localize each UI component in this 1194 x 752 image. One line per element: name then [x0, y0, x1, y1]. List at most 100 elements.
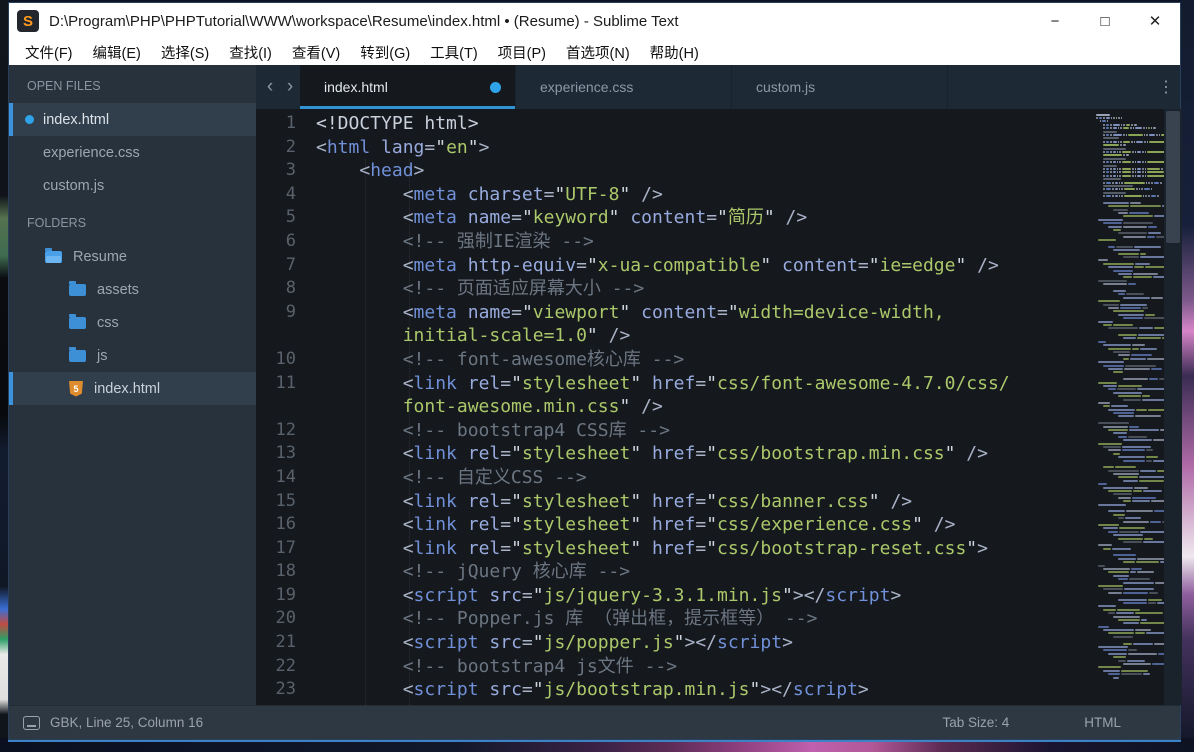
- code-line[interactable]: 13<link rel="stylesheet" href="css/boots…: [256, 442, 1094, 466]
- scrollbar-thumb[interactable]: [1166, 111, 1180, 243]
- tab-overflow-menu-icon[interactable]: ⋮: [1152, 65, 1180, 109]
- tree-item-index.html[interactable]: 5index.html: [9, 372, 256, 405]
- open-file-experience.css[interactable]: experience.css: [9, 136, 256, 169]
- code-line[interactable]: 16<link rel="stylesheet" href="css/exper…: [256, 513, 1094, 537]
- input-mode-icon[interactable]: [23, 716, 40, 730]
- menu-item-4[interactable]: 查看(V): [282, 40, 350, 65]
- code-line[interactable]: 18<!-- jQuery 核心库 -->: [256, 560, 1094, 584]
- code-text: initial-scale=1.0" />: [316, 324, 630, 348]
- line-number: 10: [256, 348, 300, 372]
- vertical-scrollbar[interactable]: [1164, 109, 1182, 705]
- minimap-bar: [1151, 297, 1163, 299]
- code-line[interactable]: 3<head>: [256, 159, 1094, 183]
- minimap-bar: [1112, 188, 1114, 190]
- code-line[interactable]: 7<meta http-equiv="x-ua-compatible" cont…: [256, 254, 1094, 278]
- sublime-text-window: S D:\Program\PHP\PHPTutorial\WWW\workspa…: [8, 2, 1181, 740]
- tree-item-Resume[interactable]: Resume: [9, 240, 256, 273]
- code-line[interactable]: 21<script src="js/popper.js"></script>: [256, 631, 1094, 655]
- minimap-bar: [1123, 222, 1153, 224]
- minimap-bar: [1123, 141, 1131, 143]
- minimap-bar: [1108, 348, 1131, 350]
- tree-item-assets[interactable]: assets: [9, 273, 256, 306]
- menu-item-9[interactable]: 帮助(H): [640, 40, 709, 65]
- code-line[interactable]: 17<link rel="stylesheet" href="css/boots…: [256, 537, 1094, 561]
- menu-item-3[interactable]: 查找(I): [219, 40, 282, 65]
- minimap-bar: [1124, 188, 1135, 190]
- open-file-index.html[interactable]: index.html: [9, 103, 256, 136]
- tab-experience.css[interactable]: experience.css: [516, 65, 732, 109]
- minimap-bar: [1121, 188, 1123, 190]
- menu-item-5[interactable]: 转到(G): [350, 40, 420, 65]
- code-line[interactable]: 1<!DOCTYPE html>: [256, 112, 1094, 136]
- code-line[interactable]: 11<link rel="stylesheet" href="css/font-…: [256, 372, 1094, 396]
- code-line[interactable]: 14<!-- 自定义CSS -->: [256, 466, 1094, 490]
- minimap-bar: [1123, 358, 1129, 360]
- code-line[interactable]: 5<meta name="keyword" content="简历" />: [256, 206, 1094, 230]
- line-number: 3: [256, 159, 300, 183]
- minimap-bar: [1132, 151, 1134, 153]
- encoding-cursor-position[interactable]: GBK, Line 25, Column 16: [50, 715, 203, 730]
- code-line[interactable]: 20<!-- Popper.js 库 （弹出框，提示框等） -->: [256, 607, 1094, 631]
- tab-custom.js[interactable]: custom.js: [732, 65, 948, 109]
- minimap-bar: [1123, 276, 1132, 278]
- minimap-bar: [1113, 412, 1134, 414]
- minimap-bar: [1121, 670, 1148, 672]
- code-line[interactable]: 12<!-- bootstrap4 CSS库 -->: [256, 419, 1094, 443]
- code-line[interactable]: 4<meta charset="UTF-8" />: [256, 183, 1094, 207]
- close-button[interactable]: ✕: [1130, 3, 1180, 39]
- code-line[interactable]: 22<!-- bootstrap4 js文件 -->: [256, 655, 1094, 679]
- minimap-bar: [1137, 161, 1141, 163]
- menu-item-2[interactable]: 选择(S): [151, 40, 219, 65]
- open-files-header: OPEN FILES: [9, 65, 256, 103]
- code-line[interactable]: 6<!-- 强制IE渲染 -->: [256, 230, 1094, 254]
- minimap-bar: [1118, 253, 1139, 255]
- tree-item-label: Resume: [73, 249, 127, 265]
- code-line[interactable]: 10<!-- font-awesome核心库 -->: [256, 348, 1094, 372]
- minimap-bar: [1145, 168, 1147, 170]
- code-line[interactable]: 19<script src="js/jquery-3.3.1.min.js"><…: [256, 584, 1094, 608]
- menu-item-7[interactable]: 项目(P): [488, 40, 556, 65]
- minimap-bar: [1108, 612, 1115, 614]
- maximize-button[interactable]: □: [1080, 3, 1130, 39]
- minimap-bar: [1118, 619, 1140, 621]
- tab-scroll-right-icon[interactable]: ›: [280, 65, 300, 109]
- menu-item-8[interactable]: 首选项(N): [556, 40, 640, 65]
- line-number: 16: [256, 513, 300, 537]
- code-line[interactable]: 9<meta name="viewport" content="width=de…: [256, 301, 1094, 325]
- code-line[interactable]: 2<html lang="en">: [256, 136, 1094, 160]
- minimize-button[interactable]: −: [1030, 3, 1080, 39]
- minimap-bar: [1148, 226, 1157, 228]
- minimap-bar: [1135, 612, 1163, 614]
- code-line[interactable]: font-awesome.min.css" />: [256, 395, 1094, 419]
- code-line[interactable]: initial-scale=1.0" />: [256, 324, 1094, 348]
- tree-item-css[interactable]: css: [9, 306, 256, 339]
- code-editor[interactable]: 1<!DOCTYPE html>2<html lang="en">3<head>…: [256, 109, 1094, 705]
- tab-index.html[interactable]: index.html: [300, 65, 516, 109]
- minimap-bar: [1142, 399, 1164, 401]
- minimap-bar: [1123, 317, 1143, 319]
- tree-item-js[interactable]: js: [9, 339, 256, 372]
- code-line[interactable]: 15<link rel="stylesheet" href="css/banne…: [256, 490, 1094, 514]
- open-file-custom.js[interactable]: custom.js: [9, 169, 256, 202]
- code-text: <!-- 页面适应屏幕大小 -->: [316, 277, 644, 301]
- code-line[interactable]: 23<script src="js/bootstrap.min.js"></sc…: [256, 678, 1094, 702]
- minimap-bar: [1118, 660, 1126, 662]
- minimap-bar: [1106, 182, 1112, 184]
- minimap[interactable]: [1094, 109, 1164, 705]
- menu-item-1[interactable]: 编辑(E): [83, 40, 151, 65]
- tab-size-indicator[interactable]: Tab Size: 4: [942, 715, 1009, 730]
- tab-scroll-left-icon[interactable]: ‹: [260, 65, 280, 109]
- menu-item-0[interactable]: 文件(F): [15, 40, 83, 65]
- menu-item-6[interactable]: 工具(T): [420, 40, 488, 65]
- minimap-bar: [1120, 307, 1141, 309]
- minimap-bar: [1131, 141, 1133, 143]
- code-line[interactable]: 8<!-- 页面适应屏幕大小 -->: [256, 277, 1094, 301]
- code-text: <script src="js/popper.js"></script>: [316, 631, 793, 655]
- minimap-bar: [1147, 141, 1149, 143]
- syntax-indicator[interactable]: HTML: [1084, 715, 1121, 730]
- minimap-bar: [1123, 622, 1139, 624]
- minimap-bar: [1118, 558, 1136, 560]
- minimap-bar: [1132, 348, 1139, 350]
- minimap-bar: [1145, 151, 1147, 153]
- minimap-bar: [1103, 466, 1114, 468]
